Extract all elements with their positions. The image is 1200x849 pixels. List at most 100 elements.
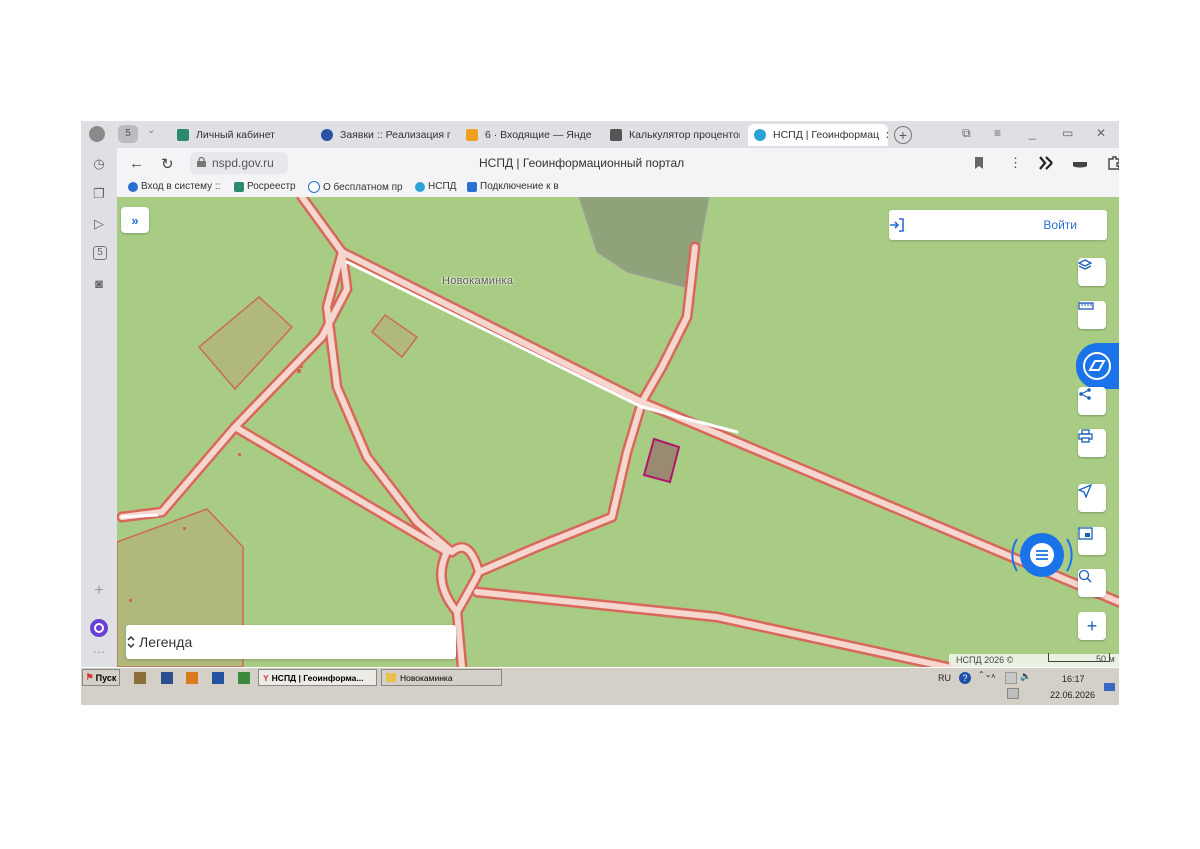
back-icon[interactable]: ← xyxy=(129,155,144,172)
login-arrow-icon xyxy=(890,218,904,232)
photoshop-icon[interactable] xyxy=(161,672,173,684)
map-canvas[interactable] xyxy=(117,197,1119,667)
alice-assistant-icon[interactable] xyxy=(90,619,108,637)
library-icon[interactable] xyxy=(134,672,146,684)
task-folder[interactable]: Новокаминка xyxy=(381,669,502,686)
taskbar: ⚑ Пуск Y НСПД | Геоинформа... Новокаминк… xyxy=(81,667,1119,705)
bookmark-login[interactable]: Вход в систему :: xyxy=(128,181,220,192)
layers-icon xyxy=(1078,259,1092,270)
nspd-favicon-icon xyxy=(754,129,766,141)
tab-nspd[interactable]: НСПД | Геоинформац ✕ xyxy=(748,124,888,146)
browser-window: 5 ⌄ Личный кабинет Заявки :: Реализация … xyxy=(81,121,1119,705)
tab-label: Заявки :: Реализация го xyxy=(340,129,451,141)
tabs-group-icon[interactable]: 5 xyxy=(118,125,138,143)
tabs-count-icon[interactable]: 5 xyxy=(93,246,107,260)
chat-widget[interactable] xyxy=(1007,525,1077,585)
tab-requests[interactable]: Заявки :: Реализация го xyxy=(321,124,451,146)
zoom-in-button[interactable]: + xyxy=(1078,612,1106,640)
bookmark-connect[interactable]: Подключение к в xyxy=(467,181,559,192)
excel-icon[interactable] xyxy=(238,672,250,684)
double-chevron-right-icon: » xyxy=(131,212,139,228)
play-icon[interactable]: ▷ xyxy=(91,216,107,232)
attribution-text: НСПД 2026 © xyxy=(956,655,1014,665)
task-nspd[interactable]: Y НСПД | Геоинформа... xyxy=(258,669,377,686)
measure-button[interactable] xyxy=(1078,301,1106,329)
url-field[interactable]: nspd.gov.ru xyxy=(190,152,288,174)
extension-puzzle-icon[interactable] xyxy=(1105,154,1119,172)
rosreestr-favicon-icon xyxy=(177,129,189,141)
chevron-down-icon[interactable]: ⌄ xyxy=(147,125,155,136)
history-icon[interactable]: ◷ xyxy=(91,156,107,172)
clock-date: 22.06.2026 xyxy=(1050,690,1096,700)
bookmark-nspd[interactable]: НСПД xyxy=(415,181,456,192)
save-disk-icon[interactable] xyxy=(212,672,224,684)
extension-hat-icon[interactable] xyxy=(1071,154,1089,172)
bookmark-icon[interactable] xyxy=(970,154,988,172)
restore-icon[interactable]: ▭ xyxy=(1062,126,1073,140)
login-button[interactable]: Войти xyxy=(889,210,1107,240)
geolocation-button[interactable] xyxy=(1078,484,1106,512)
minimap-icon xyxy=(1078,527,1093,540)
add-panel-icon[interactable]: + xyxy=(91,583,107,599)
tab-calculator[interactable]: Калькулятор процентов xyxy=(610,124,740,146)
tray-arrows-icon[interactable]: ⌃⌄ xyxy=(978,670,991,679)
calculator-favicon-icon xyxy=(610,129,622,141)
bookmark-rosreestr[interactable]: Росреестр xyxy=(234,181,296,192)
mail-favicon-icon xyxy=(466,129,478,141)
bookmark-free[interactable]: О бесплатном пр xyxy=(308,181,403,193)
selected-parcel[interactable] xyxy=(642,437,681,484)
tab-label: Личный кабинет xyxy=(196,129,275,141)
search-location-button[interactable] xyxy=(1078,569,1106,597)
tab-inbox[interactable]: 6 · Входящие — Яндекс xyxy=(466,124,592,146)
parcel-small[interactable] xyxy=(370,313,419,359)
network-icon[interactable] xyxy=(1005,672,1017,684)
legend-dropdown[interactable]: Легенда xyxy=(126,625,456,659)
scale-label: 50 м xyxy=(1096,654,1115,664)
map-view[interactable]: Новокаминка » Войти + Легенда НСПД 2026 … xyxy=(117,197,1119,667)
print-button[interactable] xyxy=(1078,429,1106,457)
minimap-button[interactable] xyxy=(1078,527,1106,555)
close-tab-icon[interactable]: ✕ xyxy=(885,129,888,142)
show-desktop-icon[interactable] xyxy=(1104,683,1115,691)
kebab-menu-icon[interactable]: ⋮ xyxy=(1009,155,1022,171)
cadastral-tool-button[interactable] xyxy=(1076,343,1119,389)
close-window-icon[interactable]: ✕ xyxy=(1096,126,1106,140)
illustrator-icon[interactable] xyxy=(186,672,198,684)
asterisk-icon xyxy=(128,181,138,192)
profile-icon[interactable] xyxy=(89,126,105,142)
tab-label: 6 · Входящие — Яндекс xyxy=(485,129,592,141)
print-icon xyxy=(1078,429,1093,443)
rosreestr-icon xyxy=(234,181,244,192)
browser-sidebar: ◷ ❐ ▷ 5 ◙ + ··· xyxy=(81,148,117,667)
search-target-icon xyxy=(1078,569,1092,583)
keyboard-icon[interactable] xyxy=(1007,688,1019,699)
reload-icon[interactable]: ↻ xyxy=(161,155,174,173)
collections-sidebar-icon[interactable]: ❐ xyxy=(91,186,107,202)
map-point xyxy=(129,599,132,602)
tab-label: НСПД | Геоинформац xyxy=(773,129,880,141)
menu-icon[interactable]: ≡ xyxy=(994,126,1001,140)
expand-panel-button[interactable]: » xyxy=(121,207,149,233)
ruler-icon xyxy=(1078,302,1094,310)
share-button[interactable] xyxy=(1078,387,1106,415)
folder-icon xyxy=(386,673,396,682)
place-label: Новокаминка xyxy=(442,275,514,287)
extension-k-icon[interactable] xyxy=(1037,154,1055,172)
login-label: Войти xyxy=(1043,218,1077,232)
start-button[interactable]: ⚑ Пуск xyxy=(82,669,120,686)
more-icon[interactable]: ··· xyxy=(91,644,107,660)
tray-expand-icon[interactable]: ˄ xyxy=(991,672,996,681)
updown-chevron-icon xyxy=(127,635,135,649)
screenshot-icon[interactable]: ◙ xyxy=(91,276,107,292)
share-icon xyxy=(1079,388,1091,400)
volume-icon[interactable]: 🔈 xyxy=(1020,671,1031,682)
tab-personal-cabinet[interactable]: Личный кабинет xyxy=(177,124,307,146)
language-indicator[interactable]: RU xyxy=(938,673,951,683)
layers-button[interactable] xyxy=(1078,258,1106,286)
minimize-icon[interactable]: _ xyxy=(1029,126,1036,140)
help-icon[interactable]: ? xyxy=(959,672,971,684)
new-tab-button[interactable]: + xyxy=(894,126,912,144)
nspd-icon xyxy=(415,181,425,192)
yandex-browser-icon: Y xyxy=(263,672,269,683)
collections-icon[interactable]: ⧉ xyxy=(962,126,971,141)
